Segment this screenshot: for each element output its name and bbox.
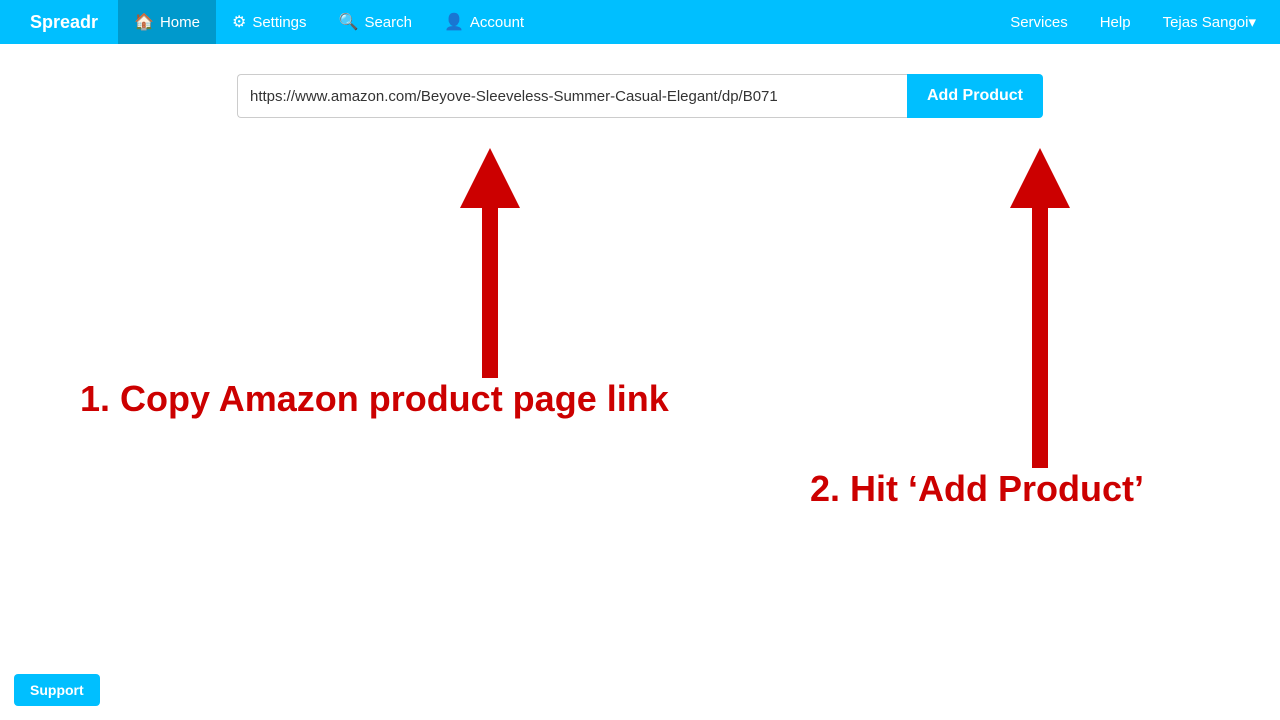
nav-help[interactable]: Help bbox=[1086, 0, 1145, 44]
arrow2 bbox=[1010, 148, 1070, 473]
nav-home-label: Home bbox=[160, 14, 200, 31]
url-area: Add Product bbox=[0, 74, 1280, 118]
add-product-button[interactable]: Add Product bbox=[907, 74, 1043, 118]
nav-services[interactable]: Services bbox=[996, 0, 1082, 44]
account-icon: 👤 bbox=[444, 12, 464, 32]
nav-user[interactable]: Tejas Sangoi▾ bbox=[1149, 0, 1270, 44]
settings-icon: ⚙ bbox=[232, 12, 246, 32]
nav-right: Services Help Tejas Sangoi▾ bbox=[996, 0, 1270, 44]
nav-account-label: Account bbox=[470, 14, 524, 31]
nav-search-label: Search bbox=[364, 14, 412, 31]
instructions-area: 1. Copy Amazon product page link 2. Hit … bbox=[0, 138, 1280, 538]
arrow1 bbox=[460, 148, 520, 378]
nav-search[interactable]: 🔍 Search bbox=[323, 0, 428, 44]
nav-settings[interactable]: ⚙ Settings bbox=[216, 0, 323, 44]
search-icon: 🔍 bbox=[339, 12, 359, 32]
nav-home[interactable]: 🏠 Home bbox=[118, 0, 216, 44]
home-icon: 🏠 bbox=[134, 12, 154, 32]
nav-settings-label: Settings bbox=[252, 14, 306, 31]
brand[interactable]: Spreadr bbox=[10, 0, 118, 44]
support-button[interactable]: Support bbox=[14, 674, 100, 706]
nav-account[interactable]: 👤 Account bbox=[428, 0, 540, 44]
step2-instruction: 2. Hit ‘Add Product’ bbox=[810, 468, 1144, 510]
step1-instruction: 1. Copy Amazon product page link bbox=[80, 378, 669, 420]
url-input[interactable] bbox=[237, 74, 907, 118]
navbar: Spreadr 🏠 Home ⚙ Settings 🔍 Search 👤 Acc… bbox=[0, 0, 1280, 44]
